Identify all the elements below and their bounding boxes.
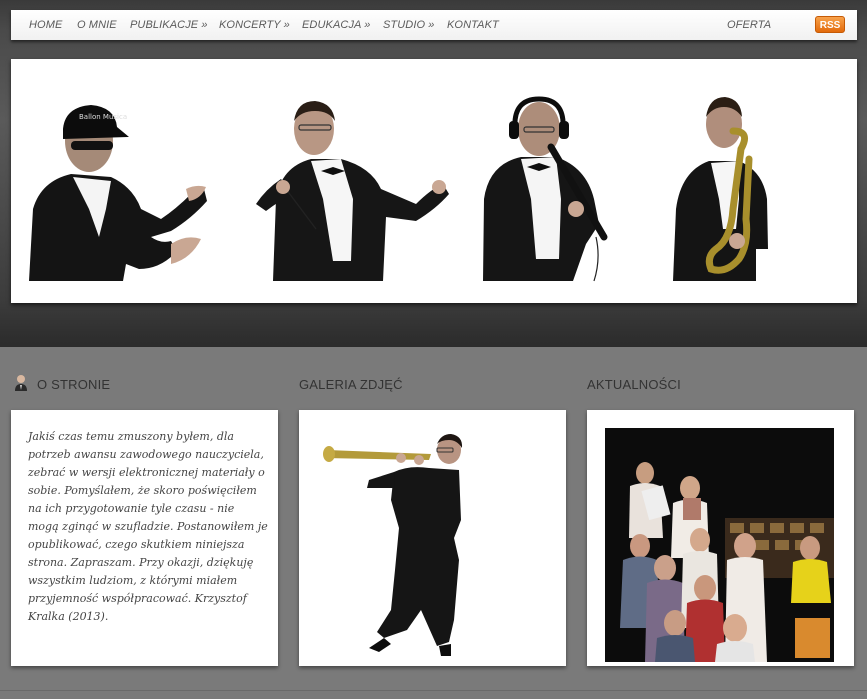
header-banner: Ballon Musica [11,59,857,303]
about-box: Jakiś czas temu zmuszony byłem, dla potr… [11,410,278,666]
saxophone-player-figure [673,97,768,281]
nav-koncerty[interactable]: KONCERTY » [219,19,290,31]
nav-publikacje[interactable]: PUBLIKACJE » [130,19,208,31]
news-box[interactable] [587,410,854,666]
news-image [605,428,834,662]
gallery-box[interactable] [299,410,566,666]
nav-oferta[interactable]: OFERTA [727,19,771,31]
news-photo[interactable] [605,428,834,662]
cap-text: Ballon Musica [79,113,127,121]
about-heading: O STRONIE [37,377,111,392]
about-text: Jakiś czas temu zmuszony byłem, dla potr… [28,430,268,623]
singer-with-headphones-figure [483,96,608,282]
conductor-with-baton-figure [256,101,449,281]
user-icon [15,375,27,391]
conductor-with-cap-figure: Ballon Musica [29,105,207,281]
news-heading[interactable]: AKTUALNOŚCI [587,377,681,392]
nav-home[interactable]: HOME [29,19,62,31]
main-navigation: HOME O MNIE PUBLIKACJE » KONCERTY » EDUK… [11,10,857,40]
footer-divider [0,690,867,691]
nav-studio[interactable]: STUDIO » [383,19,435,31]
nav-kontakt[interactable]: KONTAKT [447,19,499,31]
banner-photos: Ballon Musica [29,96,768,282]
nav-edukacja[interactable]: EDUKACJA » [302,19,370,31]
nav-o-mnie[interactable]: O MNIE [77,19,117,31]
gallery-photo[interactable] [299,410,566,666]
gallery-heading[interactable]: GALERIA ZDJĘĆ [299,377,403,392]
rss-button[interactable]: RSS [815,16,845,33]
